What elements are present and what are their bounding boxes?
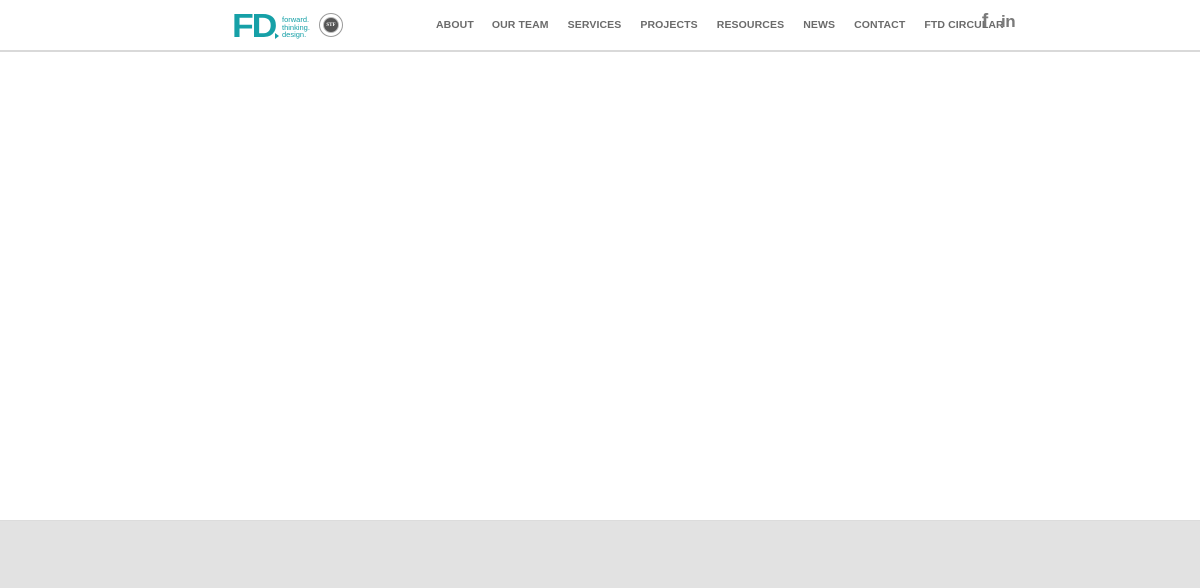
- fd-logo-mark: FD: [232, 9, 279, 42]
- logo-tagline: forward. thinking. design.: [282, 16, 310, 39]
- nav-item-resources[interactable]: RESOURCES: [717, 19, 784, 31]
- social-links: f in: [979, 12, 1016, 32]
- seal-center: STF: [323, 17, 339, 33]
- site-header: FD forward. thinking. design. STF ABOUT …: [0, 0, 1200, 52]
- logo-arrow-icon: [275, 33, 279, 39]
- certification-seal-icon: STF: [319, 13, 343, 37]
- linkedin-icon[interactable]: in: [1001, 12, 1016, 32]
- nav-item-contact[interactable]: CONTACT: [854, 19, 905, 31]
- site-footer: [0, 520, 1200, 588]
- tagline-line: design.: [282, 30, 307, 39]
- nav-item-projects[interactable]: PROJECTS: [640, 19, 697, 31]
- nav-item-services[interactable]: SERVICES: [568, 19, 622, 31]
- nav-item-our-team[interactable]: OUR TEAM: [492, 19, 549, 31]
- facebook-icon[interactable]: f: [979, 12, 991, 32]
- brand-logo[interactable]: FD forward. thinking. design.: [232, 9, 310, 42]
- nav-item-news[interactable]: NEWS: [803, 19, 835, 31]
- main-content: [0, 52, 1200, 520]
- nav-item-about[interactable]: ABOUT: [436, 19, 474, 31]
- main-nav: ABOUT OUR TEAM SERVICES PROJECTS RESOURC…: [436, 19, 1004, 31]
